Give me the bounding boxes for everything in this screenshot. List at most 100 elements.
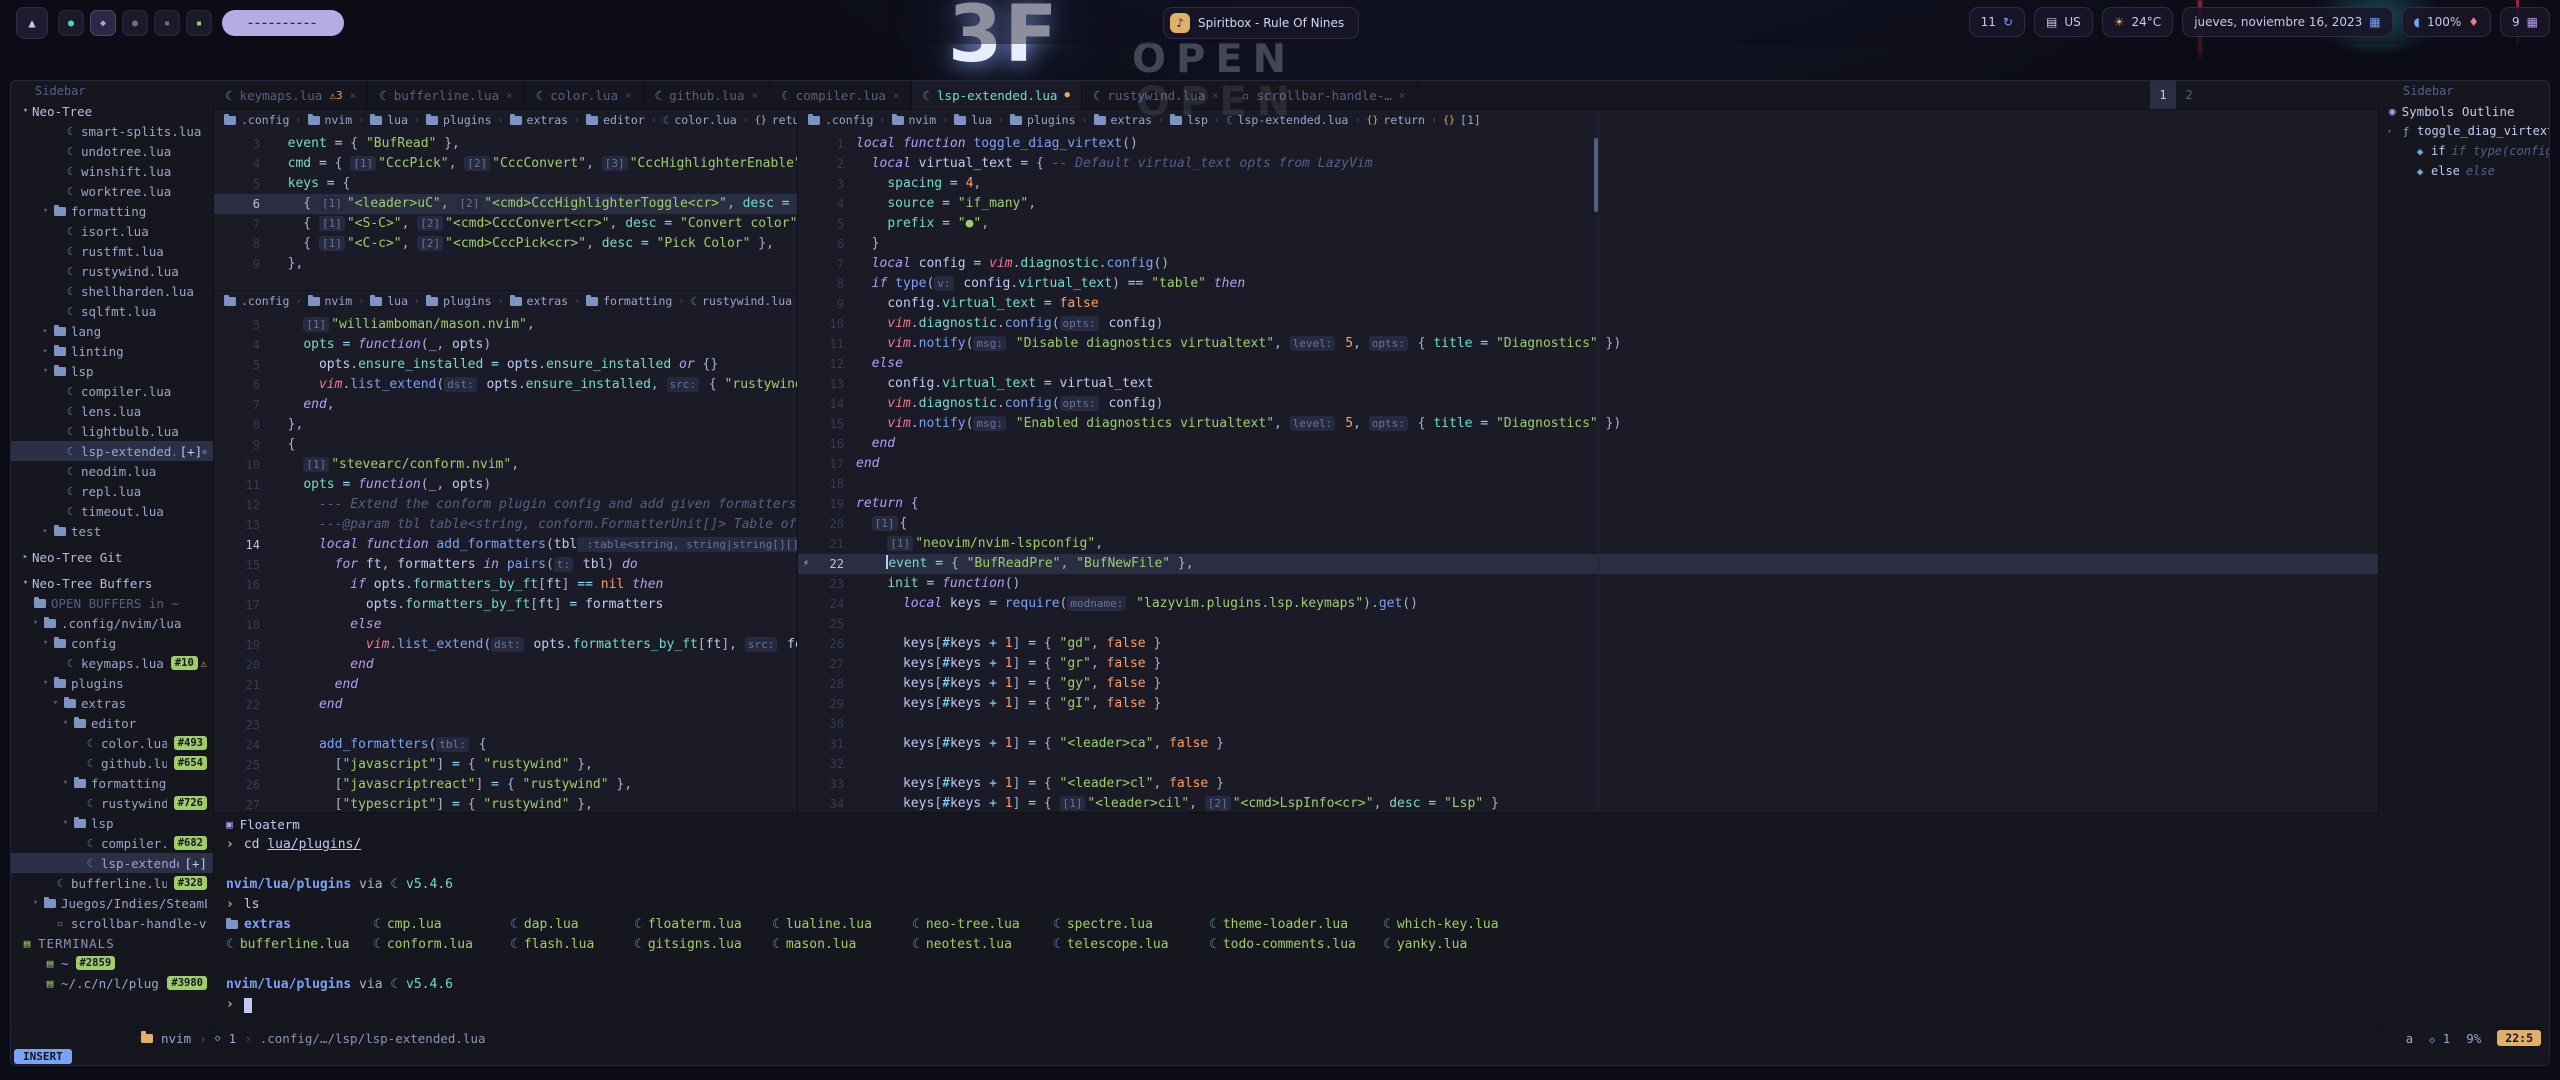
code-line[interactable]: 20 end	[214, 655, 797, 675]
breadcrumb-item[interactable]: .config	[224, 294, 289, 308]
neo-tree-item[interactable]: ▾extras	[11, 693, 213, 713]
breadcrumb-item[interactable]: {}return	[755, 113, 797, 127]
code-line[interactable]: 9 },	[214, 254, 797, 274]
code-line[interactable]: 33 keys[#keys + 1] = { "<leader>cl", fal…	[798, 774, 2378, 794]
code-line[interactable]: 27 ["typescript"] = { "rustywind" },	[214, 795, 797, 812]
workspace-button[interactable]: ◆	[90, 10, 116, 36]
neo-tree-item[interactable]: OPEN BUFFERS in ~	[11, 593, 213, 613]
breadcrumb-item[interactable]: nvim	[308, 294, 353, 308]
outline-item[interactable]: ◈ifif type(config.vi	[2379, 141, 2549, 161]
neo-tree-item[interactable]: ☾timeout.lua	[11, 501, 213, 521]
breadcrumb-item[interactable]: {}[1]	[1443, 113, 1481, 127]
outline-item[interactable]: ▾ƒtoggle_diag_virtextfu	[2379, 121, 2549, 141]
neo-tree-item[interactable]: ☾compiler.lua#682	[11, 833, 213, 853]
date-widget[interactable]: jueves, noviembre 16, 2023▦	[2182, 7, 2392, 37]
tab-scrollbar-handle-[interactable]: ▫scrollbar-handle-…×	[1231, 81, 1418, 109]
tab-compiler-lua[interactable]: ☾compiler.lua×	[770, 81, 911, 109]
breadcrumb-item[interactable]: ☾rustywind.lua	[690, 294, 792, 308]
close-icon[interactable]: ×	[1212, 89, 1219, 102]
code-line[interactable]: 7 end,	[214, 395, 797, 415]
breadcrumb-item[interactable]: ☾color.lua	[663, 113, 737, 127]
code-line[interactable]: 6 { [1]"<leader>uC", [2]"<cmd>CccHighlig…	[214, 194, 797, 214]
code-line[interactable]: 8 },	[214, 415, 797, 435]
neo-tree-item[interactable]: ▾plugins	[11, 673, 213, 693]
code-line[interactable]: 13 ---@param tbl table<string, conform.F…	[214, 515, 797, 535]
neo-tree-item[interactable]: ▾lsp	[11, 813, 213, 833]
tabpage-button[interactable]: 1	[2150, 81, 2176, 109]
code-line[interactable]: 26 ["javascriptreact"] = { "rustywind" }…	[214, 775, 797, 795]
code-line[interactable]: 4 cmd = { [1]"CccPick", [2]"CccConvert",…	[214, 154, 797, 174]
launcher-button[interactable]: ▲	[16, 7, 48, 39]
neo-tree-item[interactable]: ▾.config/nvim/lua	[11, 613, 213, 633]
breadcrumb-item[interactable]: nvim	[892, 113, 937, 127]
volume-widget[interactable]: ◖100%♦	[2402, 7, 2491, 37]
neo-tree-item[interactable]: ▸lang	[11, 321, 213, 341]
code-line[interactable]: 9 config.virtual_text = false	[798, 294, 2378, 314]
code-line[interactable]: 31 keys[#keys + 1] = { "<leader>ca", fal…	[798, 734, 2378, 754]
keyboard-layout-widget[interactable]: ▤US	[2034, 7, 2093, 37]
window-title-pill[interactable]: ––––––––––	[222, 10, 344, 36]
neo-tree-item[interactable]: ▾formatting	[11, 773, 213, 793]
code-line[interactable]: 7 { [1]"<S-C>", [2]"<cmd>CccConvert<cr>"…	[214, 214, 797, 234]
breadcrumb-item[interactable]: formatting	[586, 294, 672, 308]
breadcrumb-item[interactable]: plugins	[1010, 113, 1075, 127]
breadcrumb-item[interactable]: ☾lsp-extended.lua	[1226, 113, 1348, 127]
code-line[interactable]: 10 [1]"stevearc/conform.nvim",	[214, 455, 797, 475]
breadcrumb-item[interactable]: extras	[510, 294, 569, 308]
close-icon[interactable]: ×	[1399, 89, 1406, 102]
code-line[interactable]: 24 local keys = require(modname: "lazyvi…	[798, 594, 2378, 614]
code-line[interactable]: ⚡22 event = { "BufReadPre", "BufNewFile"…	[798, 554, 2378, 574]
scrollbar-handle[interactable]	[1594, 138, 1598, 212]
code-line[interactable]: 18	[798, 474, 2378, 494]
neo-tree-item[interactable]: ▸linting	[11, 341, 213, 361]
code-line[interactable]: 29 keys[#keys + 1] = { "gI", false }	[798, 694, 2378, 714]
code-line[interactable]: 19 vim.list_extend(dst: opts.formatters_…	[214, 635, 797, 655]
neo-tree-item[interactable]: ☾lightbulb.lua	[11, 421, 213, 441]
breadcrumb-item[interactable]: plugins	[426, 113, 491, 127]
neo-tree-item[interactable]: ▤~#2859	[11, 953, 213, 973]
code-line[interactable]: 14 local function add_formatters(tbl :ta…	[214, 535, 797, 555]
breadcrumb-item[interactable]: nvim	[308, 113, 353, 127]
close-icon[interactable]: ×	[893, 89, 900, 102]
code-line[interactable]: 9 {	[214, 435, 797, 455]
code-line[interactable]: 12 --- Extend the conform plugin config …	[214, 495, 797, 515]
code-line[interactable]: 7 local config = vim.diagnostic.config()	[798, 254, 2378, 274]
neo-tree-item[interactable]: ☾undotree.lua	[11, 141, 213, 161]
code-line[interactable]: 13 config.virtual_text = virtual_text	[798, 374, 2378, 394]
tab-github-lua[interactable]: ☾github.lua×	[644, 81, 770, 109]
neo-tree-item[interactable]: ☾rustywind.lua	[11, 261, 213, 281]
code-line[interactable]: 4 opts = function(_, opts)	[214, 335, 797, 355]
neo-tree-item[interactable]: ☾winshift.lua	[11, 161, 213, 181]
breadcrumb-item[interactable]: plugins	[426, 294, 491, 308]
close-icon[interactable]: ×	[751, 89, 758, 102]
breadcrumb-item[interactable]: .config	[808, 113, 873, 127]
tab-keymaps-lua[interactable]: ☾keymaps.lua⚠3×	[214, 81, 368, 109]
tab-bufferline-lua[interactable]: ☾bufferline.lua×	[368, 81, 525, 109]
neo-tree-item[interactable]: ☾lsp-extended.lu[+]	[11, 853, 213, 873]
code-line[interactable]: 8 { [1]"<C-c>", [2]"<cmd>CccPick<cr>", d…	[214, 234, 797, 254]
neo-tree-item[interactable]: ☾isort.lua	[11, 221, 213, 241]
workspace-button[interactable]: ●	[122, 10, 148, 36]
breadcrumb-item[interactable]: lua	[370, 294, 408, 308]
neo-tree-item[interactable]: ☾color.lua#493	[11, 733, 213, 753]
code-line[interactable]: 15 vim.notify(msg: "Enabled diagnostics …	[798, 414, 2378, 434]
code-line[interactable]: 6 vim.list_extend(dst: opts.ensure_insta…	[214, 375, 797, 395]
code-line[interactable]: 23 init = function()	[798, 574, 2378, 594]
neo-tree-item[interactable]: ☾rustfmt.lua	[11, 241, 213, 261]
code-line[interactable]: 5 keys = {	[214, 174, 797, 194]
code-line[interactable]: 32	[798, 754, 2378, 774]
temperature-widget[interactable]: ☀24°C	[2102, 7, 2173, 37]
code-line[interactable]: 12 else	[798, 354, 2378, 374]
neo-tree-section-header[interactable]: ▾Neo-Tree	[11, 101, 213, 121]
neo-tree-item[interactable]: ☾github.lua#654	[11, 753, 213, 773]
workspace-button[interactable]: ●	[58, 10, 84, 36]
music-player-widget[interactable]: ♪ Spiritbox - Rule Of Nines	[1163, 7, 1359, 39]
code-line[interactable]: 4 source = "if_many",	[798, 194, 2378, 214]
code-line[interactable]: 1local function toggle_diag_virtext()	[798, 134, 2378, 154]
neo-tree-item[interactable]: ▾lsp	[11, 361, 213, 381]
neo-tree-item[interactable]: ☾lens.lua	[11, 401, 213, 421]
tabpage-button[interactable]: 2	[2176, 81, 2202, 109]
breadcrumb-item[interactable]: extras	[510, 113, 569, 127]
breadcrumb-item[interactable]: lua	[370, 113, 408, 127]
neo-tree-item[interactable]: ▾Juegos/Indies/SteamLibrary/st	[11, 893, 213, 913]
